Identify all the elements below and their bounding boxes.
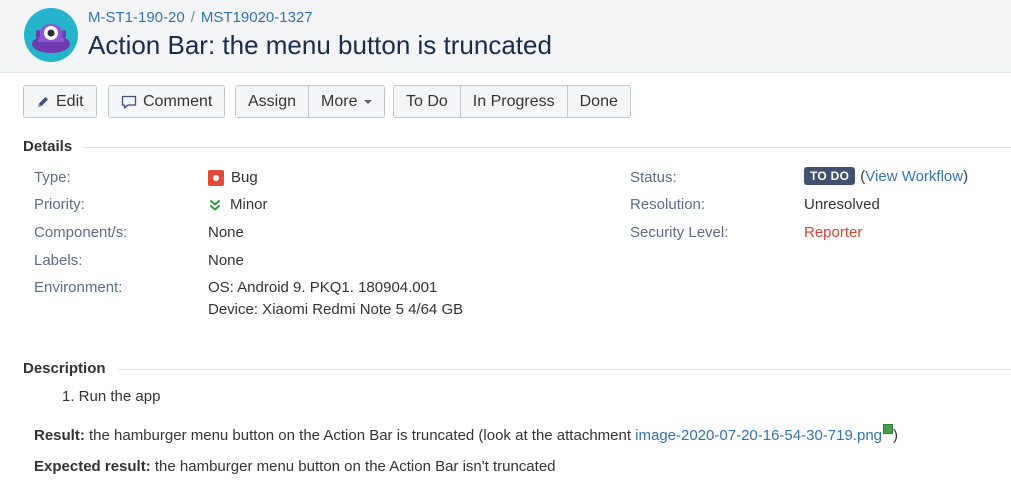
breadcrumb-issue-key-link[interactable]: MST19020-1327 — [201, 9, 313, 26]
type-value-text: Bug — [231, 169, 258, 186]
expected-result-label: Expected result: — [34, 458, 151, 475]
status-value: TO DO (View Workflow) — [804, 167, 968, 185]
issue-header: M-ST1-190-20 / MST19020-1327 Action Bar: t… — [0, 0, 1011, 73]
attachment-link[interactable]: image-2020-07-20-16-54-30-719.png — [635, 427, 882, 444]
assign-more-button-group: Assign More — [235, 85, 386, 118]
in-progress-transition-button[interactable]: In Progress — [459, 86, 567, 117]
todo-transition-button[interactable]: To Do — [394, 86, 460, 117]
comment-button-group: Comment — [108, 85, 226, 118]
breadcrumb: M-ST1-190-20 / MST19020-1327 — [88, 9, 313, 26]
in-progress-button-label: In Progress — [472, 93, 555, 110]
priority-value-text: Minor — [230, 196, 268, 213]
result-close-paren: ) — [893, 427, 899, 444]
environment-label: Environment: — [34, 279, 123, 296]
description-step-1: 1. Run the app — [62, 388, 161, 405]
labels-value[interactable]: None — [208, 252, 244, 269]
labels-label: Labels: — [34, 252, 83, 269]
components-label: Component/s: — [34, 224, 128, 241]
comment-icon — [121, 94, 137, 110]
priority-value: Minor — [208, 196, 268, 213]
assign-button-label: Assign — [248, 93, 297, 110]
done-button-label: Done — [579, 93, 618, 110]
security-level-value: Reporter — [804, 224, 863, 241]
edit-button-label: Edit — [56, 93, 84, 110]
expected-result-text: the hamburger menu button on the Action … — [150, 458, 556, 475]
more-button-label: More — [321, 93, 358, 110]
project-avatar-icon[interactable] — [24, 8, 78, 62]
comment-button[interactable]: Comment — [109, 86, 225, 117]
environment-line-os[interactable]: OS: Android 9. PKQ1. 180904.001 — [208, 279, 437, 296]
details-heading[interactable]: Details — [23, 138, 72, 155]
view-workflow-link[interactable]: View Workflow — [865, 168, 963, 185]
components-value[interactable]: None — [208, 224, 244, 241]
details-divider — [85, 147, 1011, 148]
resolution-value: Unresolved — [804, 196, 880, 213]
breadcrumb-project-link[interactable]: M-ST1-190-20 — [88, 9, 185, 26]
description-heading[interactable]: Description — [23, 360, 106, 377]
result-text: the hamburger menu button on the Action … — [84, 427, 636, 444]
assign-button[interactable]: Assign — [236, 86, 309, 117]
done-transition-button[interactable]: Done — [566, 86, 630, 117]
workflow-button-group: To Do In Progress Done — [393, 85, 631, 118]
status-label: Status: — [630, 169, 677, 186]
todo-button-label: To Do — [406, 93, 448, 110]
description-result: Result: the hamburger menu button on the… — [34, 424, 898, 444]
resolution-label: Resolution: — [630, 196, 706, 213]
priority-minor-icon — [208, 198, 222, 212]
image-attachment-icon — [883, 424, 894, 434]
priority-label: Priority: — [34, 196, 85, 213]
description-expected-result: Expected result: the hamburger menu butt… — [34, 458, 556, 475]
pencil-icon — [36, 95, 50, 109]
breadcrumb-separator: / — [190, 9, 195, 26]
workflow-paren-close: ) — [963, 167, 969, 185]
status-badge: TO DO — [804, 167, 856, 185]
chevron-down-icon — [364, 100, 373, 104]
type-value: Bug — [208, 169, 258, 186]
security-level-label: Security Level: — [630, 224, 729, 241]
type-label: Type: — [34, 169, 71, 186]
edit-button[interactable]: Edit — [24, 86, 96, 117]
more-button[interactable]: More — [308, 86, 385, 117]
comment-button-label: Comment — [143, 93, 213, 110]
bug-icon — [208, 169, 224, 186]
edit-button-group: Edit — [23, 85, 97, 118]
environment-line-device[interactable]: Device: Xiaomi Redmi Note 5 4/64 GB — [208, 301, 463, 318]
description-divider — [118, 369, 1011, 370]
result-label: Result: — [34, 427, 85, 444]
issue-summary-title[interactable]: Action Bar: the menu button is truncated — [88, 30, 552, 61]
